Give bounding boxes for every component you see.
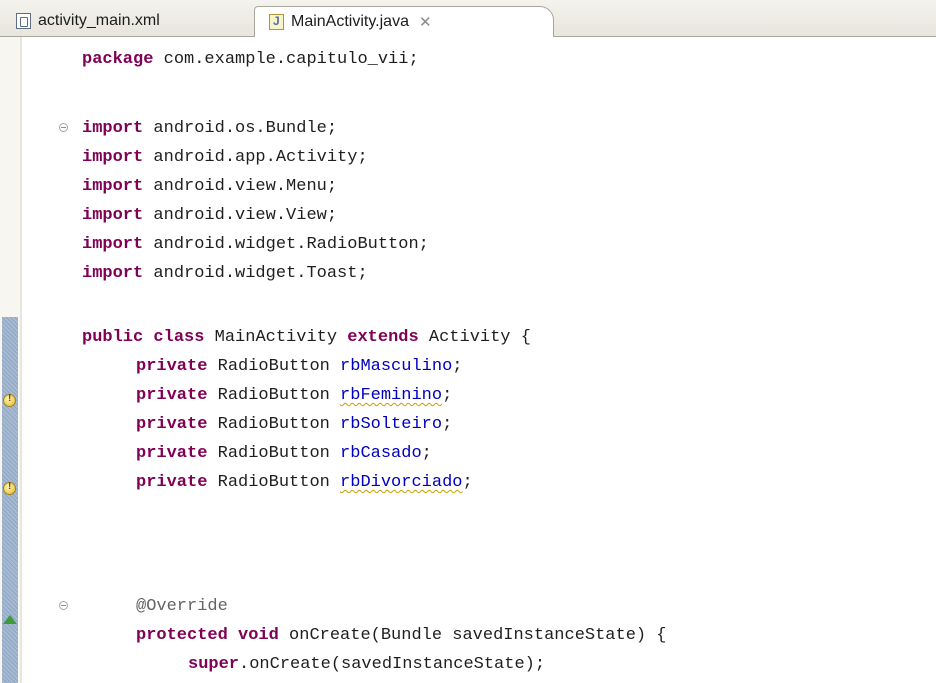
unused-field-warning: rbDivorciado: [340, 473, 463, 492]
editor-tab-bar: activity_main.xml MainActivity.java ✕: [0, 0, 936, 37]
code-line-import: import android.os.Bundle;: [82, 119, 338, 138]
code-line-field: private RadioButton rbDivorciado;: [136, 473, 473, 492]
warning-marker[interactable]: [2, 481, 17, 496]
code-line-import: import android.view.View;: [82, 206, 338, 225]
tab-main-activity-java[interactable]: MainActivity.java ✕: [254, 6, 554, 37]
code-line-annotation: @Override: [136, 597, 228, 616]
warning-icon: [3, 393, 16, 407]
code-line-method-declaration: protected void onCreate(Bundle savedInst…: [136, 626, 667, 645]
code-line-import: import android.view.Menu;: [82, 177, 338, 196]
range-indicator: [2, 317, 18, 683]
collapse-imports-icon[interactable]: [59, 123, 68, 132]
collapse-method-icon[interactable]: [59, 601, 68, 610]
code-line-field: private RadioButton rbFeminino;: [136, 386, 453, 405]
code-line-field: private RadioButton rbMasculino;: [136, 357, 463, 376]
warning-marker[interactable]: [2, 393, 17, 408]
vertical-ruler: [0, 37, 21, 683]
xml-file-icon: [16, 13, 31, 29]
tab-activity-main-xml[interactable]: activity_main.xml: [12, 6, 252, 36]
folding-bar: [20, 37, 22, 683]
code-line-import: import android.widget.Toast;: [82, 264, 368, 283]
unused-field-warning: rbFeminino: [340, 386, 443, 405]
code-line-import: import android.app.Activity;: [82, 148, 368, 167]
override-triangle-icon: [2, 615, 17, 624]
code-editor[interactable]: package com.example.capitulo_vii; import…: [0, 37, 936, 683]
code-line-package: package com.example.capitulo_vii;: [82, 50, 419, 69]
code-line-class-declaration: public class MainActivity extends Activi…: [82, 328, 531, 347]
code-line-import: import android.widget.RadioButton;: [82, 235, 429, 254]
tab-label: MainActivity.java: [291, 13, 409, 30]
warning-icon: [3, 481, 16, 495]
close-tab-icon[interactable]: ✕: [419, 13, 432, 31]
code-line-super-call: super.onCreate(savedInstanceState);: [188, 655, 546, 674]
tab-label: activity_main.xml: [38, 12, 160, 29]
code-line-field: private RadioButton rbSolteiro;: [136, 415, 453, 434]
code-line-field: private RadioButton rbCasado;: [136, 444, 432, 463]
override-marker[interactable]: [2, 612, 17, 627]
java-file-icon: [269, 14, 284, 30]
